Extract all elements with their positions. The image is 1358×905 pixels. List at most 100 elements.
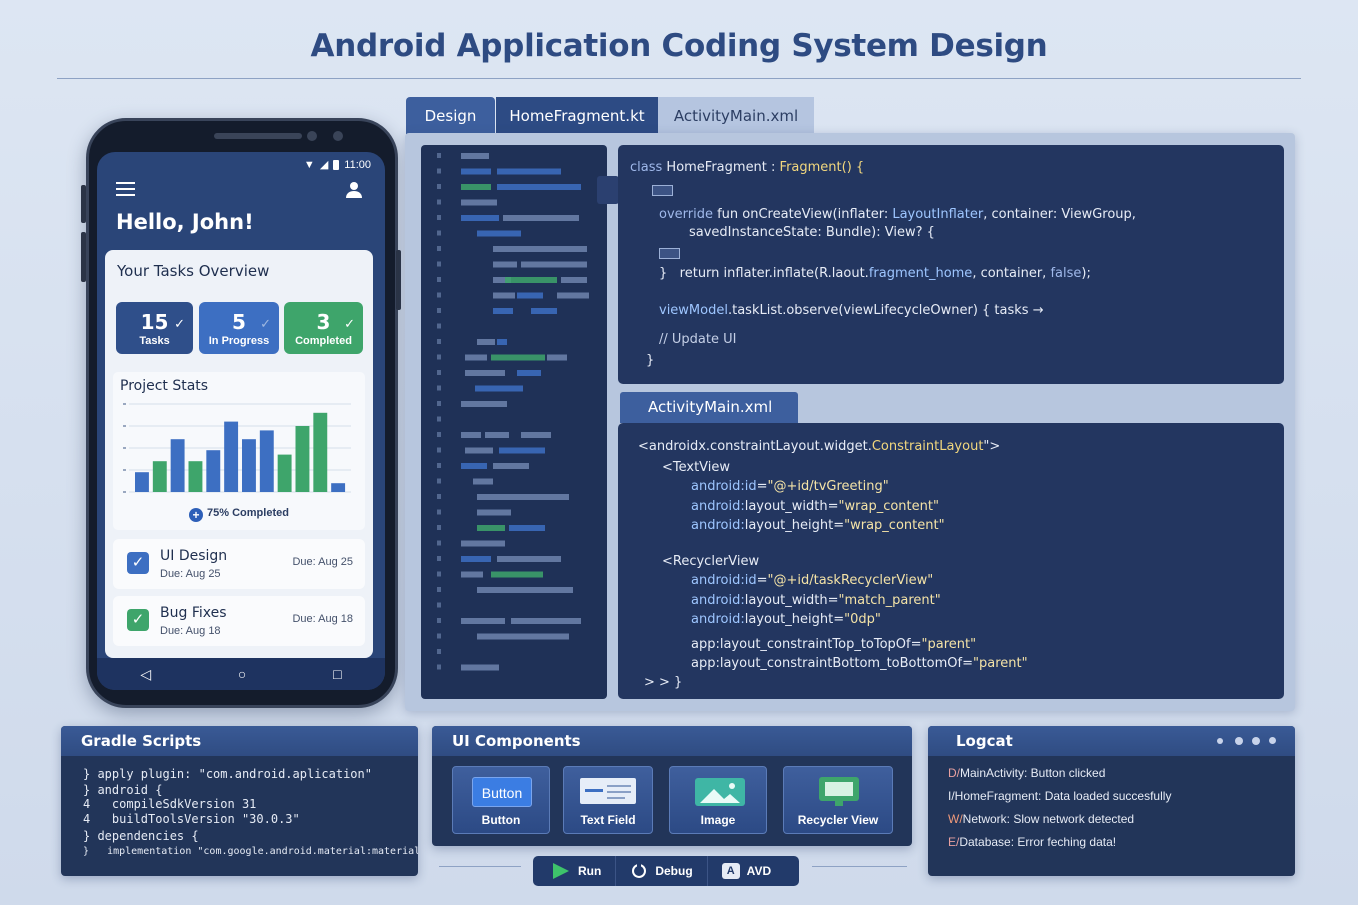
minimap-code-line bbox=[493, 261, 517, 268]
tab-homefragment[interactable]: HomeFragment.kt bbox=[496, 97, 658, 135]
y-tick bbox=[123, 469, 126, 471]
code-line: class HomeFragment : Fragment() { bbox=[630, 160, 865, 175]
battery-icon bbox=[333, 159, 340, 170]
task-due: Due: Aug 18 bbox=[160, 625, 221, 637]
menu-dot-icon[interactable] bbox=[1252, 737, 1260, 745]
menu-dot-icon[interactable] bbox=[1269, 737, 1276, 744]
minimap-gutter-mark bbox=[437, 633, 441, 639]
fold-marker[interactable] bbox=[652, 185, 673, 196]
minimap-gutter-mark bbox=[437, 478, 441, 484]
home-icon[interactable]: ○ bbox=[238, 666, 246, 682]
component-text-field[interactable]: Text Field bbox=[563, 766, 653, 834]
check-icon: ✓ bbox=[174, 316, 185, 331]
run-label: Run bbox=[578, 864, 602, 878]
user-icon[interactable] bbox=[345, 181, 363, 199]
wifi-icon: ▼ bbox=[303, 158, 315, 171]
text-field-icon bbox=[580, 778, 636, 804]
y-tick bbox=[123, 491, 126, 493]
code-line: app:layout_constraintTop_toTopOf="parent… bbox=[691, 637, 977, 652]
log-text: Database: Error feching data! bbox=[959, 835, 1117, 849]
minimap-code-line bbox=[517, 370, 541, 376]
minimap-code-line bbox=[493, 292, 515, 299]
log-line: D/MainActivity: Button clicked bbox=[948, 766, 1105, 780]
divider-line bbox=[439, 866, 521, 867]
recents-icon[interactable]: □ bbox=[333, 666, 341, 682]
log-line: E/Database: Error feching data! bbox=[948, 835, 1116, 849]
task-name: Bug Fixes bbox=[160, 605, 227, 621]
minimap-code-line bbox=[493, 463, 529, 469]
tab-activitymain[interactable]: ActivityMain.xml bbox=[658, 97, 814, 135]
checkbox-checked-icon[interactable]: ✓ bbox=[127, 552, 149, 574]
minimap-code-line bbox=[461, 168, 491, 175]
fold-marker[interactable] bbox=[659, 248, 680, 259]
tab-design[interactable]: Design bbox=[406, 97, 495, 135]
debug-button[interactable]: Debug bbox=[615, 856, 706, 886]
chart-bar bbox=[259, 430, 274, 492]
minimap-code-line bbox=[503, 215, 579, 221]
chart-bar bbox=[277, 454, 292, 492]
code-line: android:layout_height="wrap_content" bbox=[691, 518, 945, 533]
minimap-code-line bbox=[477, 339, 495, 345]
task-item[interactable]: ✓ UI Design Due: Aug 25 Due: Aug 25 bbox=[113, 539, 365, 589]
task-due-right: Due: Aug 25 bbox=[292, 556, 353, 568]
minimap-gutter-mark bbox=[437, 215, 441, 220]
minimap-gutter-mark bbox=[437, 292, 441, 298]
menu-dot-icon[interactable] bbox=[1235, 737, 1243, 745]
menu-dot-icon[interactable] bbox=[1217, 738, 1223, 744]
component-recycler-view[interactable]: Recycler View bbox=[783, 766, 893, 834]
minimap-gutter-mark bbox=[437, 261, 441, 267]
minimap-code-line bbox=[461, 463, 487, 469]
tab-xml-view[interactable]: ActivityMain.xml bbox=[620, 392, 798, 423]
minimap-code-line bbox=[531, 308, 557, 314]
minimap-gutter-mark bbox=[437, 370, 441, 375]
greeting: Hello, John! bbox=[116, 210, 254, 234]
stat-tasks[interactable]: 15 Tasks ✓ bbox=[116, 302, 193, 354]
minimap-gutter-mark bbox=[437, 463, 441, 468]
kotlin-code-panel: class HomeFragment : Fragment() { overri… bbox=[618, 145, 1284, 384]
run-button[interactable]: Run bbox=[533, 856, 615, 886]
logcat-panel: Logcat D/MainActivity: Button clicked I/… bbox=[928, 726, 1295, 876]
stat-completed[interactable]: 3 Completed ✓ bbox=[284, 302, 363, 354]
android-nav-bar: ◁ ○ □ bbox=[97, 658, 385, 690]
overview-title: Your Tasks Overview bbox=[117, 262, 270, 280]
chart-bar bbox=[313, 412, 328, 492]
signal-icon: ◢ bbox=[319, 159, 329, 171]
avd-button[interactable]: A AVD bbox=[706, 856, 785, 886]
title-divider bbox=[57, 78, 1301, 79]
component-button[interactable]: Button Button bbox=[452, 766, 550, 834]
back-icon[interactable]: ◁ bbox=[140, 666, 151, 683]
minimap-gutter-mark bbox=[437, 525, 441, 530]
component-label: Button bbox=[481, 813, 521, 827]
phone-speaker bbox=[214, 133, 302, 139]
component-label: Recycler View bbox=[797, 813, 879, 827]
minimap-gutter-mark bbox=[437, 153, 441, 158]
minimap-code-line bbox=[521, 432, 551, 438]
menu-icon[interactable] bbox=[116, 182, 135, 196]
checkbox-checked-icon[interactable]: ✓ bbox=[127, 609, 149, 631]
phone-camera bbox=[307, 131, 317, 141]
minimap-gutter-mark bbox=[437, 168, 441, 174]
minimap-gutter-mark bbox=[437, 649, 441, 654]
y-tick bbox=[123, 425, 126, 427]
chart-bar bbox=[135, 472, 149, 492]
completion-label: +75% Completed bbox=[113, 507, 365, 522]
minimap-code-line bbox=[465, 370, 505, 376]
task-item[interactable]: ✓ Bug Fixes Due: Aug 18 Due: Aug 18 bbox=[113, 596, 365, 646]
xml-code-panel: <androidx.constraintLayout.widget.Constr… bbox=[618, 423, 1284, 699]
chart-bar bbox=[242, 439, 256, 492]
log-text: HomeFragment: Data loaded succesfully bbox=[954, 789, 1172, 803]
stat-in-progress[interactable]: 5 In Progress ✓ bbox=[199, 302, 279, 354]
component-label: Text Field bbox=[580, 813, 636, 827]
code-line: <androidx.constraintLayout.widget.Constr… bbox=[638, 439, 1001, 454]
minimap-gutter-mark bbox=[437, 385, 441, 391]
log-line: I/HomeFragment: Data loaded succesfully bbox=[948, 789, 1171, 803]
component-image[interactable]: Image bbox=[669, 766, 767, 834]
code-line: override fun onCreateView(inflater: Layo… bbox=[659, 207, 1136, 222]
check-icon: ✓ bbox=[344, 316, 355, 331]
components-title: UI Components bbox=[432, 726, 912, 756]
code-line: app:layout_constraintBottom_toBottomOf="… bbox=[691, 656, 1028, 671]
minimap-code-line bbox=[461, 571, 483, 578]
code-comment: // Update UI bbox=[659, 332, 737, 347]
minimap-gutter-mark bbox=[437, 494, 441, 499]
splitter-handle[interactable] bbox=[597, 176, 619, 204]
